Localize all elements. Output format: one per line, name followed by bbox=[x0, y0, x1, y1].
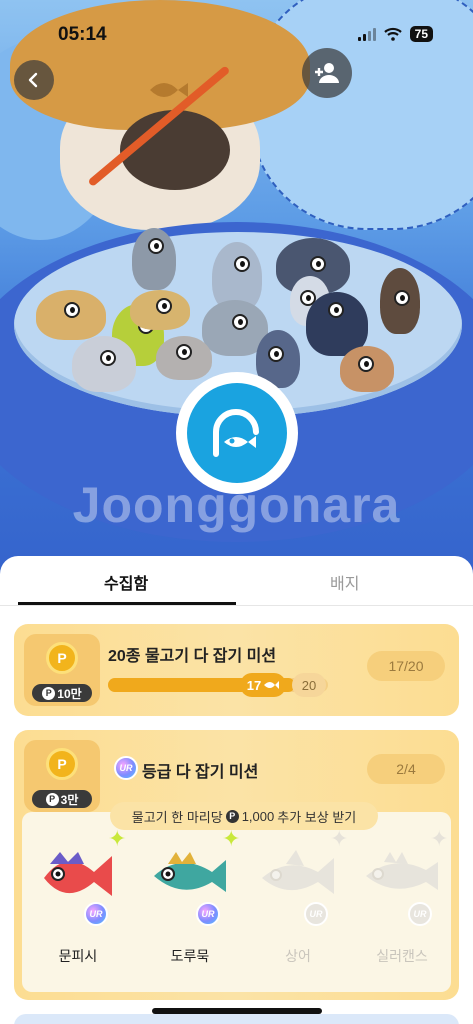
status-time: 05:14 bbox=[58, 24, 107, 45]
progress-current-badge: 17 bbox=[240, 673, 286, 697]
moonfish-image bbox=[44, 852, 112, 896]
point-icon: P bbox=[45, 792, 59, 806]
coin-icon: P bbox=[46, 748, 78, 780]
tab-badges[interactable]: 배지 bbox=[330, 570, 359, 594]
fish-item-coelacanth[interactable]: ✦ UR 실러캔스 bbox=[352, 826, 452, 968]
point-icon: P bbox=[225, 809, 239, 823]
ur-grade-badge: UR bbox=[408, 902, 432, 926]
fish-name: 실러캔스 bbox=[376, 948, 428, 964]
ur-grade-badge: UR bbox=[196, 902, 220, 926]
fish-icon bbox=[264, 681, 280, 689]
mission-count: 2/4 bbox=[367, 754, 445, 784]
fish-item-moonfish[interactable]: ✦ UR 문피시 bbox=[28, 826, 128, 968]
home-indicator bbox=[152, 1008, 322, 1014]
signal-icon bbox=[357, 27, 376, 41]
coelacanth-image bbox=[366, 852, 438, 890]
collection-sheet: 수집함 배지 P P 10만 20종 물고기 다 잡기 미션 17/20 17 … bbox=[0, 556, 473, 1024]
ur-grade-badge: UR bbox=[114, 756, 138, 780]
add-friend-button[interactable] bbox=[302, 48, 352, 98]
mission-count: 17/20 bbox=[367, 651, 445, 681]
sandfish-image bbox=[154, 852, 226, 892]
mission-card-grade[interactable]: P P 3만 UR 등급 다 잡기 미션 2/4 물고기 한 마리당 P 1,0… bbox=[14, 730, 459, 1000]
fish-figure bbox=[156, 336, 212, 380]
shark-image bbox=[262, 850, 334, 894]
mission-title: 20종 물고기 다 잡기 미션 bbox=[108, 648, 277, 665]
bonus-amount: 1,000 bbox=[241, 808, 275, 824]
reward-amount-text: 3만 bbox=[60, 792, 79, 807]
fish-item-shark[interactable]: ✦ UR 상어 bbox=[248, 826, 348, 968]
sparkle-icon: ✦ bbox=[330, 826, 349, 851]
hero-banner: Joonggonara bbox=[0, 0, 473, 580]
fish-figure bbox=[130, 290, 190, 330]
fish-figure bbox=[132, 228, 176, 290]
progress-current: 17 bbox=[246, 677, 262, 693]
back-button[interactable] bbox=[14, 60, 54, 100]
status-bar: 05:14 75 bbox=[0, 0, 473, 60]
tab-bar: 수집함 배지 bbox=[0, 556, 473, 606]
fish-name: 도루묵 bbox=[170, 948, 210, 964]
fish-figure bbox=[340, 346, 394, 392]
fish-figure bbox=[380, 268, 420, 334]
chevron-left-icon bbox=[28, 72, 38, 88]
reward-box: P P 3만 bbox=[24, 740, 100, 812]
ur-grade-badge: UR bbox=[84, 902, 108, 926]
mission-progress-bar: 17 20 bbox=[108, 673, 328, 697]
bonus-text-before: 물고기 한 마리당 bbox=[131, 809, 223, 825]
reward-amount-text: 10만 bbox=[57, 686, 82, 701]
active-tab-indicator bbox=[18, 602, 236, 605]
battery-indicator: 75 bbox=[409, 26, 433, 42]
sparkle-icon: ✦ bbox=[222, 826, 241, 851]
status-icons: 75 bbox=[357, 26, 433, 42]
person-add-icon bbox=[315, 63, 339, 83]
fish-name: 상어 bbox=[285, 948, 311, 964]
wifi-icon bbox=[383, 27, 402, 41]
fishing-logo-icon bbox=[213, 409, 259, 457]
reward-amount: P 10만 bbox=[32, 684, 92, 702]
reward-amount: P 3만 bbox=[32, 790, 92, 808]
coin-icon: P bbox=[46, 642, 78, 674]
brand-watermark: Joonggonara bbox=[72, 477, 401, 533]
progress-total: 20 bbox=[292, 673, 326, 697]
reward-box: P P 10만 bbox=[24, 634, 100, 706]
fish-name: 문피시 bbox=[58, 948, 98, 964]
fish-item-sandfish[interactable]: ✦ UR 도루묵 bbox=[140, 826, 240, 968]
ur-grade-badge: UR bbox=[304, 902, 328, 926]
fish-figure bbox=[36, 290, 106, 340]
bonus-text-after: 추가 보상 받기 bbox=[277, 809, 357, 825]
sparkle-icon: ✦ bbox=[108, 826, 127, 851]
mission-card-all-fish[interactable]: P P 10만 20종 물고기 다 잡기 미션 17/20 17 20 bbox=[14, 624, 459, 716]
tab-collection[interactable]: 수집함 bbox=[104, 570, 148, 594]
fish-figure bbox=[72, 336, 136, 392]
sparkle-icon: ✦ bbox=[430, 826, 449, 851]
next-mission-card bbox=[14, 1014, 459, 1024]
fish-grade-panel: 물고기 한 마리당 P 1,000 추가 보상 받기 ✦ UR 문피시 ✦ UR… bbox=[22, 802, 452, 992]
mission-title: 등급 다 잡기 미션 bbox=[142, 764, 259, 781]
point-icon: P bbox=[42, 686, 56, 700]
